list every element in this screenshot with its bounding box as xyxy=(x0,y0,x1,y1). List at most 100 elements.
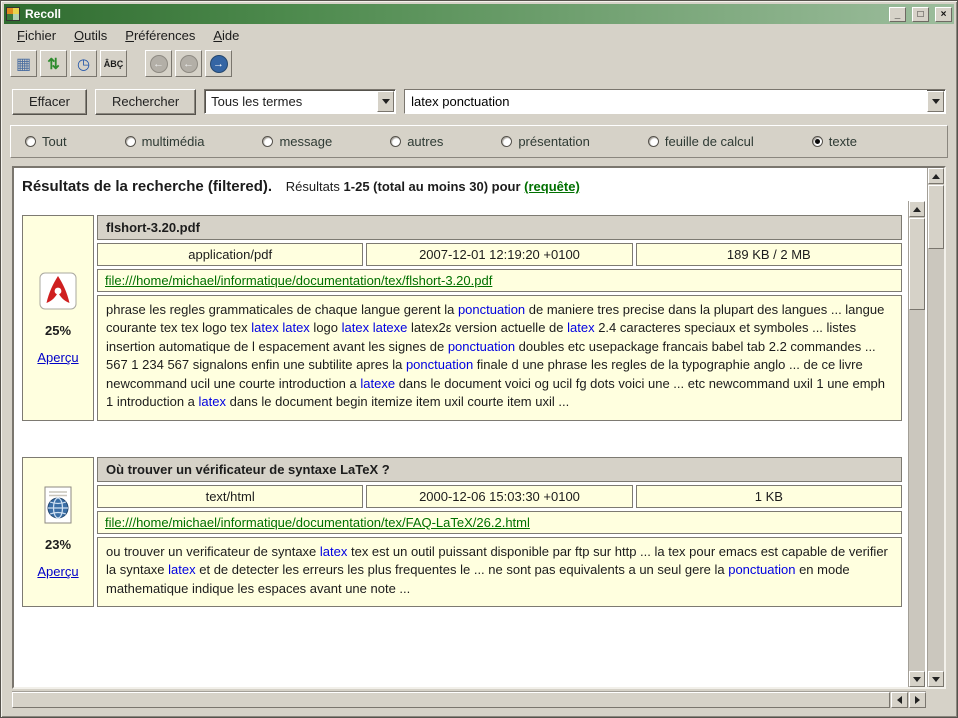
query-combo xyxy=(404,89,946,114)
arrow-up-icon xyxy=(913,207,921,212)
result-date: 2000-12-06 15:03:30 +0100 xyxy=(366,485,632,508)
search-mode-dropdown-button[interactable] xyxy=(377,91,394,112)
filter-label: Tout xyxy=(42,134,67,149)
radio-autres[interactable] xyxy=(390,136,401,147)
app-icon xyxy=(6,7,20,21)
radio-presentation[interactable] xyxy=(501,136,512,147)
results-range: 1-25 (total au moins 30) pour xyxy=(344,179,521,194)
filter-bar: Tout multimédia message autres présentat… xyxy=(10,125,948,158)
history-button[interactable]: ◷ xyxy=(70,50,97,77)
filter-tout[interactable]: Tout xyxy=(25,134,67,149)
filter-multimedia[interactable]: multimédia xyxy=(125,134,205,149)
result-1-table: flshort-3.20.pdf application/pdf 2007-12… xyxy=(97,215,902,421)
first-page-button[interactable]: ← xyxy=(145,50,172,77)
radio-texte[interactable] xyxy=(812,136,823,147)
filter-label: multimédia xyxy=(142,134,205,149)
result-abstract: ou trouver un verificateur de syntaxe la… xyxy=(97,537,902,607)
window-title: Recoll xyxy=(25,7,883,21)
horizontal-scrollbar[interactable] xyxy=(12,691,926,708)
results-count-label: Résultats xyxy=(286,179,340,194)
scrollbar-thumb[interactable] xyxy=(12,692,890,708)
scroll-up-button[interactable] xyxy=(928,168,944,184)
filter-label: feuille de calcul xyxy=(665,134,754,149)
result-url-link[interactable]: file:///home/michael/informatique/docume… xyxy=(105,515,530,530)
result-1-side: 25% Aperçu xyxy=(22,215,94,421)
preview-link[interactable]: Aperçu xyxy=(37,564,78,579)
maximize-button[interactable]: □ xyxy=(912,7,929,22)
titlebar[interactable]: Recoll _ □ × xyxy=(4,4,954,24)
search-input[interactable] xyxy=(405,90,927,113)
highlighted-term: latex latexe xyxy=(342,320,408,335)
query-link[interactable]: (requête) xyxy=(524,179,580,194)
result-row-1: 25% Aperçu flshort-3.20.pdf application/… xyxy=(22,215,902,421)
term-explorer-button[interactable]: ÂBÇ xyxy=(100,50,127,77)
filter-autres[interactable]: autres xyxy=(390,134,443,149)
highlighted-term: latex xyxy=(168,562,195,577)
result-mime: application/pdf xyxy=(97,243,363,266)
result-size: 1 KB xyxy=(636,485,902,508)
document-table-icon: ▦ xyxy=(16,54,31,74)
scroll-down-button[interactable] xyxy=(909,671,925,687)
scroll-up-button[interactable] xyxy=(909,201,925,217)
arrow-down-icon xyxy=(913,677,921,682)
radio-feuille-de-calcul[interactable] xyxy=(648,136,659,147)
relevance-percent: 25% xyxy=(45,323,71,338)
menu-aide[interactable]: Aide xyxy=(204,26,248,45)
scrollbar-thumb[interactable] xyxy=(928,185,944,249)
close-button[interactable]: × xyxy=(935,7,952,22)
arrow-left-icon xyxy=(897,696,902,704)
filter-label: texte xyxy=(829,134,857,149)
search-mode-value: Tous les termes xyxy=(205,94,377,109)
result-url-link[interactable]: file:///home/michael/informatique/docume… xyxy=(105,273,492,288)
next-page-button[interactable]: → xyxy=(205,50,232,77)
result-abstract: phrase les regles grammaticales de chaqu… xyxy=(97,295,902,421)
search-button[interactable]: Rechercher xyxy=(95,89,196,115)
results-header: Résultats de la recherche (filtered). Ré… xyxy=(20,176,904,209)
document-table-button[interactable]: ▦ xyxy=(10,50,37,77)
toolbar: ▦ ⇅ ◷ ÂBÇ ← ← → xyxy=(4,47,954,80)
highlighted-term: latex xyxy=(567,320,594,335)
inner-vertical-scrollbar[interactable] xyxy=(908,201,925,687)
chevron-down-icon xyxy=(382,99,390,104)
radio-message[interactable] xyxy=(262,136,273,147)
abstract-text: ou trouver un verificateur de syntaxe xyxy=(106,544,320,559)
minimize-button[interactable]: _ xyxy=(889,7,906,22)
sort-button[interactable]: ⇅ xyxy=(40,50,67,77)
highlighted-term: ponctuation xyxy=(458,302,525,317)
highlighted-term: latex xyxy=(320,544,347,559)
outer-vertical-scrollbar[interactable] xyxy=(927,168,944,687)
menu-fichier[interactable]: Fichier xyxy=(8,26,65,45)
query-dropdown-button[interactable] xyxy=(927,91,944,112)
highlighted-term: ponctuation xyxy=(728,562,795,577)
filter-texte[interactable]: texte xyxy=(812,134,857,149)
filter-label: autres xyxy=(407,134,443,149)
scrollbar-thumb[interactable] xyxy=(909,218,925,310)
results-list: Résultats de la recherche (filtered). Ré… xyxy=(14,168,906,687)
filter-message[interactable]: message xyxy=(262,134,332,149)
highlighted-term: latex latex xyxy=(251,320,310,335)
scroll-left-button[interactable] xyxy=(891,692,908,708)
menu-preferences[interactable]: Préférences xyxy=(116,26,204,45)
preview-link[interactable]: Aperçu xyxy=(37,350,78,365)
relevance-percent: 23% xyxy=(45,537,71,552)
radio-tout[interactable] xyxy=(25,136,36,147)
result-date: 2007-12-01 12:19:20 +0100 xyxy=(366,243,632,266)
result-url-cell: file:///home/michael/informatique/docume… xyxy=(97,511,902,534)
result-2-table: Où trouver un vérificateur de syntaxe La… xyxy=(97,457,902,607)
result-title: flshort-3.20.pdf xyxy=(97,215,902,240)
abstract-text: et de detecter les erreurs les plus freq… xyxy=(196,562,729,577)
results-panel: Résultats de la recherche (filtered). Ré… xyxy=(12,166,946,689)
prev-page-button[interactable]: ← xyxy=(175,50,202,77)
radio-multimedia[interactable] xyxy=(125,136,136,147)
abstract-text: dans le document begin itemize item uxil… xyxy=(226,394,569,409)
filter-presentation[interactable]: présentation xyxy=(501,134,590,149)
clear-button[interactable]: Effacer xyxy=(12,89,87,115)
sort-arrows-icon: ⇅ xyxy=(47,55,60,73)
search-mode-select[interactable]: Tous les termes xyxy=(204,89,396,114)
first-page-arrow-icon: ← xyxy=(150,55,168,73)
scroll-down-button[interactable] xyxy=(928,671,944,687)
window-bottom-edge xyxy=(4,708,954,714)
menu-outils[interactable]: Outils xyxy=(65,26,116,45)
scroll-right-button[interactable] xyxy=(909,692,926,708)
filter-feuille-de-calcul[interactable]: feuille de calcul xyxy=(648,134,754,149)
